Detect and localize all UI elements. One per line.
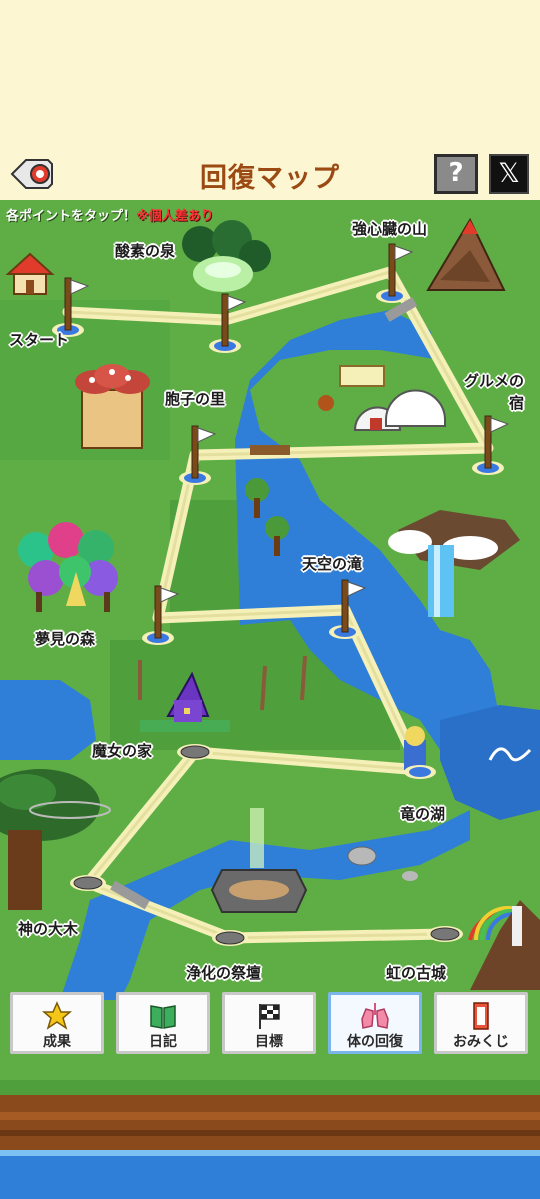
- location-label-gourmet-inn[interactable]: グルメの 宿: [464, 370, 524, 414]
- location-label-spore-village[interactable]: 胞子の里: [165, 388, 225, 409]
- star-icon: [42, 1001, 72, 1030]
- nav-achievements-label: 成果: [43, 1034, 71, 1050]
- dragon-lake-water: [440, 705, 540, 820]
- location-label-witch-house[interactable]: 魔女の家: [92, 740, 152, 761]
- nav-recovery-label: 体の回復: [347, 1034, 403, 1050]
- nav-omikuji-button[interactable]: おみくじ: [434, 992, 528, 1054]
- location-label-oxygen-spring[interactable]: 酸素の泉: [115, 240, 175, 261]
- map-point-spore-village[interactable]: [175, 418, 219, 488]
- lungs-icon: [361, 1003, 389, 1029]
- start-house-icon: [5, 252, 55, 295]
- checkered-flag-icon: [259, 1004, 280, 1029]
- help-button[interactable]: ?: [434, 154, 478, 194]
- map-point-dream-forest[interactable]: [138, 578, 182, 648]
- map-point-gourmet-inn[interactable]: [468, 408, 512, 478]
- rock-icon: [347, 846, 377, 866]
- omikuji-icon: [473, 1002, 489, 1030]
- location-label-rainbow-castle[interactable]: 虹の古城: [386, 962, 446, 983]
- map-point-great-tree[interactable]: [68, 841, 112, 911]
- rock-icon: [402, 871, 418, 881]
- spore-village-icon: [75, 364, 150, 449]
- location-label-heart-mountain[interactable]: 強心臓の山: [352, 218, 427, 239]
- map-point-rainbow-castle[interactable]: [425, 892, 469, 962]
- map-point-heart-mountain[interactable]: [372, 236, 416, 306]
- location-label-dream-forest[interactable]: 夢見の森: [35, 628, 95, 649]
- heart-mountain-icon: [426, 217, 506, 291]
- location-label-sky-falls[interactable]: 天空の滝: [302, 553, 362, 574]
- nav-goals-button[interactable]: 目標: [222, 992, 316, 1054]
- share-x-button[interactable]: 𝕏: [489, 154, 529, 194]
- nav-diary-button[interactable]: 日記: [116, 992, 210, 1054]
- header: 回復マップ ? 𝕏: [0, 0, 540, 200]
- location-label-dragon-lake[interactable]: 竜の湖: [400, 803, 445, 824]
- map-point-oxygen-spring[interactable]: [205, 286, 249, 356]
- hint-warning: ※個人差あり: [136, 209, 214, 224]
- location-label-purify-altar[interactable]: 浄化の祭壇: [186, 962, 261, 983]
- book-icon: [150, 1005, 176, 1029]
- dream-forest-icon: [18, 522, 118, 612]
- nav-goals-label: 目標: [255, 1034, 283, 1050]
- location-label-great-tree[interactable]: 神の大木: [18, 918, 78, 939]
- location-label-start[interactable]: スタート: [9, 329, 69, 350]
- map-point-sky-falls[interactable]: [325, 572, 369, 642]
- map-hint: 各ポイントをタップ！※個人差あり: [6, 205, 214, 224]
- nav-achievements-button[interactable]: 成果: [10, 992, 104, 1054]
- nav-omikuji-label: おみくじ: [453, 1034, 509, 1050]
- hint-text: 各ポイントをタップ！: [6, 209, 137, 224]
- map-point-purify-altar[interactable]: [210, 896, 254, 966]
- map-point-dragon-lake[interactable]: [400, 712, 444, 782]
- gourmet-inn-icon: [318, 365, 446, 431]
- rainbow-castle-icon: [468, 900, 540, 990]
- bottom-nav: 成果 日記 目標 体の回復 おみくじ: [0, 990, 540, 1060]
- oxygen-spring-icon: [182, 220, 271, 292]
- left-lake: [0, 680, 96, 760]
- bridge-icon: [250, 445, 290, 455]
- map-point-witch-house[interactable]: [175, 710, 219, 780]
- nav-diary-label: 日記: [149, 1034, 177, 1050]
- nav-recovery-button[interactable]: 体の回復: [328, 992, 422, 1054]
